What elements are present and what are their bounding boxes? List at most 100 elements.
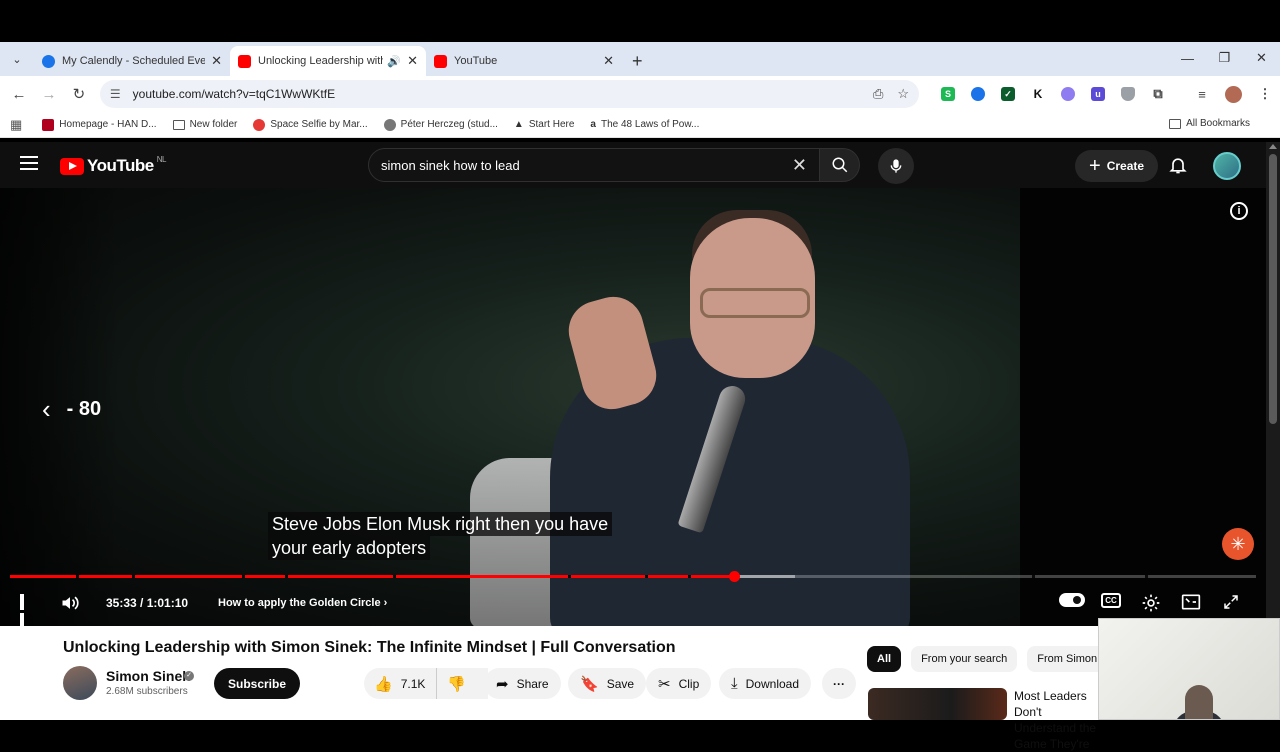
search-input[interactable]: simon sinek how to lead ✕ bbox=[368, 148, 820, 182]
folder-icon bbox=[1169, 118, 1182, 129]
fullscreen-icon[interactable] bbox=[1222, 593, 1240, 614]
miniplayer-icon[interactable] bbox=[1181, 593, 1201, 614]
download-button[interactable]: ⤓ Download bbox=[719, 668, 812, 699]
download-icon: ⤓ bbox=[731, 675, 738, 692]
scrubber-handle[interactable] bbox=[728, 571, 740, 582]
share-button[interactable]: ➦ Share bbox=[484, 668, 561, 699]
bookmark-item[interactable]: ▲ Start Here bbox=[514, 119, 574, 130]
notifications-button[interactable] bbox=[1168, 154, 1188, 181]
install-app-icon[interactable]: ⎙ bbox=[873, 86, 883, 102]
close-tab-icon[interactable]: ✕ bbox=[211, 53, 222, 69]
site-info-icon[interactable]: ☰ bbox=[110, 87, 121, 101]
window-controls: — ❐ ✕ bbox=[1169, 42, 1280, 74]
volume-icon[interactable] bbox=[60, 593, 80, 616]
chapter-marker bbox=[568, 575, 571, 578]
video-title: Unlocking Leadership with Simon Sinek: T… bbox=[63, 639, 676, 656]
bookmark-item[interactable]: Homepage - HAN D... bbox=[42, 118, 157, 131]
voice-search-button[interactable] bbox=[878, 148, 914, 184]
more-actions-button[interactable]: ··· bbox=[822, 668, 856, 699]
save-button[interactable]: 🔖 Save bbox=[568, 668, 647, 699]
close-tab-icon[interactable]: ✕ bbox=[407, 53, 418, 69]
speaker-icon[interactable]: 🔊 bbox=[387, 55, 401, 68]
video-player[interactable]: i ‹ - 80 Steve Jobs Elon Musk right then… bbox=[0, 188, 1266, 626]
apps-grid-icon[interactable]: ▦ bbox=[10, 117, 22, 133]
chapter-marker bbox=[285, 575, 288, 578]
autoplay-toggle[interactable] bbox=[1059, 593, 1085, 607]
scroll-up-arrow-icon[interactable] bbox=[1269, 144, 1277, 149]
progress-bar[interactable] bbox=[10, 571, 1256, 582]
chapter-marker bbox=[132, 575, 135, 578]
pause-icon[interactable] bbox=[20, 594, 34, 626]
recommended-video-title[interactable]: Most Leaders Don't Understand the Game T… bbox=[1014, 688, 1104, 752]
close-window-icon[interactable]: ✕ bbox=[1243, 42, 1280, 74]
search-icon bbox=[832, 157, 847, 173]
mountain-icon: ▲ bbox=[513, 119, 524, 130]
shield-ext-icon[interactable] bbox=[1121, 87, 1135, 101]
u-ext-icon[interactable]: u bbox=[1091, 87, 1105, 101]
bookmark-item[interactable]: Péter Herczeg (stud... bbox=[383, 118, 498, 131]
account-avatar[interactable] bbox=[1213, 152, 1241, 180]
chip-from-your-search[interactable]: From your search bbox=[911, 646, 1018, 672]
reading-list-icon[interactable]: ≡ bbox=[1195, 87, 1209, 102]
restore-icon[interactable]: ❐ bbox=[1206, 42, 1243, 74]
webcam-person-head bbox=[1185, 685, 1213, 719]
chevron-left-icon: ‹ bbox=[42, 394, 51, 424]
cloud-ext-icon[interactable] bbox=[1061, 87, 1075, 101]
circle-ext-icon[interactable] bbox=[971, 87, 985, 101]
subscribe-button[interactable]: Subscribe bbox=[214, 668, 301, 699]
close-tab-icon[interactable]: ✕ bbox=[603, 53, 614, 69]
sheets-icon[interactable]: S bbox=[941, 87, 955, 101]
clip-button[interactable]: ✂ Clip bbox=[646, 668, 712, 699]
bookmark-item[interactable]: Space Selfie by Mar... bbox=[253, 118, 368, 131]
bookmark-label: Péter Herczeg (stud... bbox=[400, 119, 498, 130]
microphone-icon bbox=[890, 159, 902, 173]
related-filter-chips: All From your search From Simon bbox=[867, 646, 1117, 672]
forward-icon[interactable]: → bbox=[34, 86, 64, 103]
tab-search-dropdown-icon[interactable]: ⌄ bbox=[0, 42, 34, 76]
tab-youtube-video[interactable]: Unlocking Leadership with Simon Sinek 🔊 … bbox=[230, 46, 426, 76]
channel-name[interactable]: Simon Sinek bbox=[106, 668, 190, 684]
video-letterbox bbox=[1020, 188, 1266, 626]
new-tab-icon[interactable]: + bbox=[622, 46, 653, 76]
bookmark-star-icon[interactable]: ☆ bbox=[897, 86, 909, 102]
address-bar[interactable]: ☰ youtube.com/watch?v=tqC1WwWKtfE ⎙ ☆ bbox=[99, 80, 919, 108]
tab-calendly[interactable]: My Calendly - Scheduled Events ✕ bbox=[34, 46, 230, 76]
perplexity-assistant-icon[interactable]: ✳ bbox=[1222, 528, 1254, 560]
youtube-logo[interactable]: YouTube NL bbox=[60, 155, 166, 176]
chapter-title[interactable]: How to apply the Golden Circle › bbox=[218, 597, 387, 609]
subtitles-cc-icon[interactable]: CC bbox=[1101, 593, 1121, 608]
scrollbar-thumb[interactable] bbox=[1269, 154, 1277, 424]
chip-all[interactable]: All bbox=[867, 646, 902, 672]
info-icon[interactable]: i bbox=[1230, 202, 1248, 220]
profile-avatar[interactable] bbox=[1225, 85, 1242, 103]
bookmarks-bar: ▦ Homepage - HAN D... New folder Space S… bbox=[0, 112, 1280, 138]
recommended-video-thumbnail[interactable] bbox=[868, 688, 1007, 720]
create-button[interactable]: + Create bbox=[1075, 150, 1159, 182]
tab-youtube[interactable]: YouTube ✕ bbox=[426, 46, 622, 76]
subscribe-label: Subscribe bbox=[228, 676, 287, 691]
back-icon[interactable]: ← bbox=[4, 86, 34, 103]
check-ext-icon[interactable]: ✓ bbox=[1001, 87, 1015, 101]
youtube-favicon-icon bbox=[434, 54, 447, 68]
like-count: 7.1K bbox=[400, 676, 426, 691]
extensions-puzzle-icon[interactable]: ⧉ bbox=[1151, 86, 1165, 101]
settings-gear-icon[interactable] bbox=[1141, 593, 1161, 616]
minimize-icon[interactable]: — bbox=[1169, 42, 1206, 74]
channel-avatar[interactable] bbox=[63, 666, 97, 700]
browser-menu-icon[interactable]: ⋮ bbox=[1258, 86, 1272, 101]
k-ext-icon[interactable]: K bbox=[1031, 87, 1045, 101]
dislike-button[interactable]: 👎 bbox=[436, 668, 474, 699]
search-query[interactable]: simon sinek how to lead bbox=[381, 158, 792, 173]
all-bookmarks[interactable]: All Bookmarks bbox=[1169, 118, 1250, 129]
share-arrow-icon: ➦ bbox=[496, 675, 509, 693]
clear-search-icon[interactable]: ✕ bbox=[792, 155, 807, 176]
search-button[interactable] bbox=[820, 148, 860, 182]
reload-icon[interactable]: ↻ bbox=[64, 85, 94, 103]
bookmark-folder[interactable]: New folder bbox=[172, 119, 237, 130]
chip-from-channel[interactable]: From Simon bbox=[1027, 646, 1108, 672]
webcam-overlay bbox=[1098, 618, 1280, 720]
bookmark-item[interactable]: a The 48 Laws of Pow... bbox=[590, 119, 699, 130]
caption-line-2: your early adopters bbox=[268, 536, 431, 560]
url-text[interactable]: youtube.com/watch?v=tqC1WwWKtfE bbox=[133, 87, 859, 101]
hamburger-menu-icon[interactable] bbox=[20, 156, 38, 174]
